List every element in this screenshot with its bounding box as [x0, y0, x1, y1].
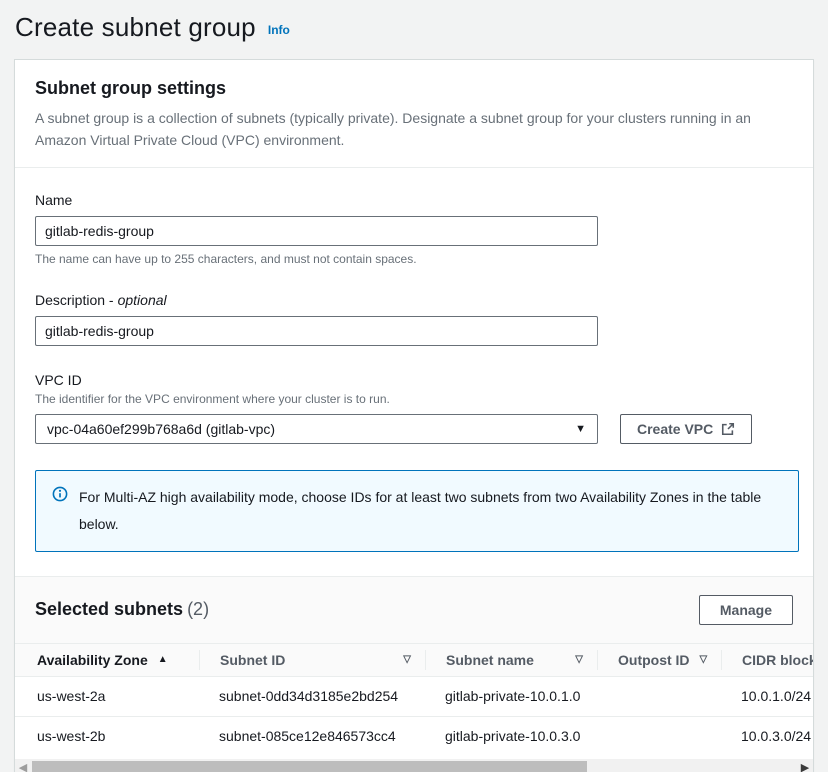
- description-label: Description -optional: [35, 292, 793, 308]
- vpc-label: VPC ID: [35, 372, 793, 388]
- cell-subnet-name: gitlab-private-10.0.1.0: [425, 688, 597, 704]
- column-header-cidr-block[interactable]: CIDR block: [721, 650, 813, 670]
- create-subnet-group-page: Create subnet group Info Subnet group set…: [0, 0, 828, 772]
- name-field-group: Name The name can have up to 255 charact…: [35, 192, 793, 266]
- cell-subnet-id: subnet-0dd34d3185e2bd254: [199, 688, 425, 704]
- create-vpc-button[interactable]: Create VPC: [620, 414, 752, 444]
- cell-cidr-block: 10.0.3.0/24: [721, 728, 813, 744]
- external-link-icon: [721, 422, 735, 436]
- cell-subnet-id: subnet-085ce12e846573cc4: [199, 728, 425, 744]
- settings-form: Name The name can have up to 255 charact…: [15, 168, 813, 575]
- horizontal-scrollbar[interactable]: ◀ ▶: [15, 759, 813, 772]
- page-title: Create subnet group: [15, 12, 256, 42]
- vpc-help-text: The identifier for the VPC environment w…: [35, 392, 793, 406]
- subnet-group-card: Subnet group settings A subnet group is …: [14, 59, 814, 772]
- vpc-select[interactable]: vpc-04a60ef299b768a6d (gitlab-vpc) ▼: [35, 414, 598, 444]
- description-label-text: Description -: [35, 292, 114, 308]
- table-header-row: Availability Zone ▲ Subnet ID ▽ Subnet n…: [15, 643, 813, 676]
- info-icon: [52, 486, 68, 502]
- column-header-subnet-name[interactable]: Subnet name ▽: [425, 650, 597, 670]
- column-label: Subnet name: [446, 652, 534, 668]
- scrollbar-thumb[interactable]: [32, 761, 587, 772]
- table-row[interactable]: us-west-2b subnet-085ce12e846573cc4 gitl…: [15, 716, 813, 756]
- settings-section-header: Subnet group settings A subnet group is …: [15, 60, 813, 168]
- vpc-selected-value: vpc-04a60ef299b768a6d (gitlab-vpc): [47, 421, 275, 437]
- manage-button[interactable]: Manage: [699, 595, 793, 625]
- sort-icon[interactable]: ▽: [700, 654, 708, 665]
- cell-availability-zone: us-west-2b: [15, 728, 199, 744]
- description-field-group: Description -optional: [35, 292, 793, 346]
- sort-icon[interactable]: ▽: [403, 654, 411, 665]
- column-label: Subnet ID: [220, 652, 285, 668]
- create-vpc-button-label: Create VPC: [637, 421, 713, 437]
- selected-subnets-header: Selected subnets(2) Manage: [15, 576, 813, 643]
- vpc-row: vpc-04a60ef299b768a6d (gitlab-vpc) ▼ Cre…: [35, 414, 793, 444]
- selected-subnets-heading: Selected subnets(2): [35, 599, 209, 620]
- sort-ascending-icon[interactable]: ▲: [158, 654, 168, 665]
- multi-az-info-alert: For Multi-AZ high availability mode, cho…: [35, 470, 799, 551]
- column-header-outpost-id[interactable]: Outpost ID ▽: [597, 650, 721, 670]
- cell-subnet-name: gitlab-private-10.0.3.0: [425, 728, 597, 744]
- selected-subnets-title: Selected subnets: [35, 599, 183, 619]
- alert-text: For Multi-AZ high availability mode, cho…: [79, 484, 782, 537]
- column-label: Outpost ID: [618, 652, 690, 668]
- vpc-field-group: VPC ID The identifier for the VPC enviro…: [35, 372, 793, 444]
- cell-cidr-block: 10.0.1.0/24: [721, 688, 813, 704]
- column-label: CIDR block: [742, 652, 813, 668]
- cell-availability-zone: us-west-2a: [15, 688, 199, 704]
- selected-subnets-count: (2): [187, 599, 209, 619]
- description-optional-text: optional: [118, 292, 167, 308]
- description-input[interactable]: [35, 316, 598, 346]
- sort-icon[interactable]: ▽: [575, 654, 583, 665]
- name-input[interactable]: [35, 216, 598, 246]
- column-label: Availability Zone: [37, 652, 148, 668]
- name-label: Name: [35, 192, 793, 208]
- subnets-table: Availability Zone ▲ Subnet ID ▽ Subnet n…: [15, 643, 813, 756]
- scroll-right-icon[interactable]: ▶: [797, 759, 813, 772]
- info-link[interactable]: Info: [268, 23, 290, 37]
- table-row[interactable]: us-west-2a subnet-0dd34d3185e2bd254 gitl…: [15, 676, 813, 716]
- page-header: Create subnet group Info: [0, 0, 828, 59]
- name-help-text: The name can have up to 255 characters, …: [35, 252, 793, 266]
- settings-heading: Subnet group settings: [35, 78, 793, 99]
- scroll-left-icon[interactable]: ◀: [15, 759, 31, 772]
- column-header-subnet-id[interactable]: Subnet ID ▽: [199, 650, 425, 670]
- settings-description: A subnet group is a collection of subnet…: [35, 108, 793, 151]
- column-header-availability-zone[interactable]: Availability Zone ▲: [15, 652, 199, 668]
- chevron-down-icon: ▼: [575, 423, 586, 435]
